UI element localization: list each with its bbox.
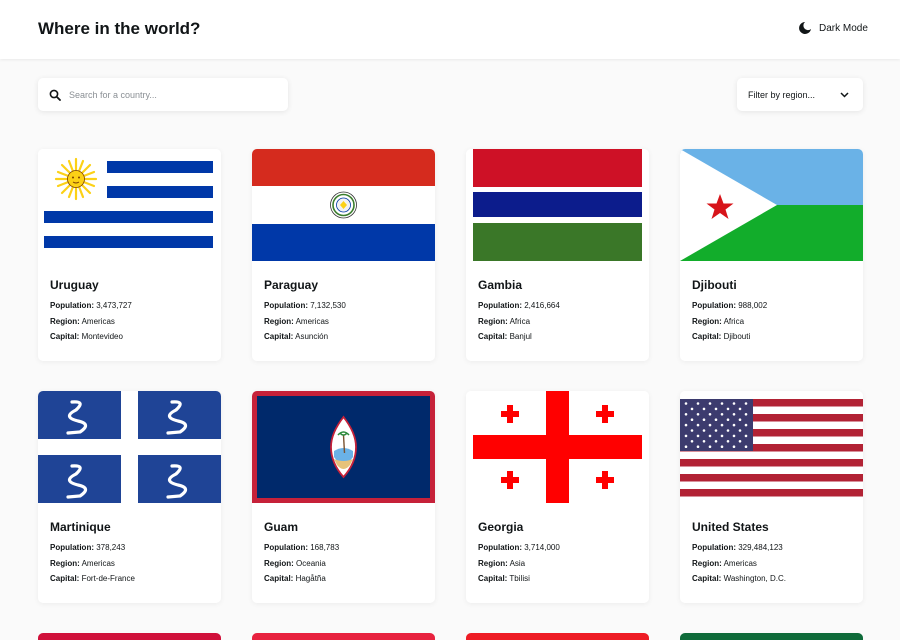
country-name: Georgia (478, 520, 524, 534)
country-card-gambia[interactable]: Gambia Population: 2,416,664 Region: Afr… (466, 149, 649, 361)
population-stat: Population: 7,132,530 (264, 301, 346, 310)
country-card-partial[interactable] (38, 633, 221, 640)
region-stat: Region: Africa (692, 317, 745, 326)
top-header: Where in the world? Dark Mode (0, 0, 900, 59)
capital-stat: Capital: Fort-de-France (50, 574, 135, 583)
dark-mode-label: Dark Mode (819, 22, 868, 34)
flag-gambia (466, 149, 649, 261)
flag-georgia (466, 391, 649, 503)
country-card-djibouti[interactable]: Djibouti Population: 988,002 Region: Afr… (680, 149, 863, 361)
flag-djibouti (680, 149, 863, 261)
population-stat: Population: 3,714,000 (478, 543, 560, 552)
country-name: Gambia (478, 278, 523, 292)
country-card-uruguay[interactable]: Uruguay Population: 3,473,727 Region: Am… (38, 149, 221, 361)
app-title: Where in the world? (38, 19, 201, 38)
chevron-down-icon (840, 91, 849, 98)
capital-stat: Capital: Tbilisi (478, 574, 530, 583)
country-card-united-states[interactable]: United States Population: 329,484,123 Re… (680, 391, 863, 603)
region-stat: Region: Americas (50, 317, 115, 326)
population-stat: Population: 988,002 (692, 301, 768, 310)
population-stat: Population: 329,484,123 (692, 543, 783, 552)
region-stat: Region: Americas (692, 559, 757, 568)
dark-mode-toggle[interactable]: Dark Mode (798, 21, 868, 35)
country-card-georgia[interactable]: Georgia Population: 3,714,000 Region: As… (466, 391, 649, 603)
country-name: Guam (264, 520, 299, 534)
country-card-partial[interactable] (680, 633, 863, 640)
search-icon (49, 89, 61, 101)
region-filter-label: Filter by region... (748, 89, 816, 100)
search-input[interactable] (69, 89, 259, 100)
flag-martinique (38, 391, 221, 503)
population-stat: Population: 168,783 (264, 543, 340, 552)
country-card-guam[interactable]: Guam Population: 168,783 Region: Oceania… (252, 391, 435, 603)
country-card-partial[interactable] (466, 633, 649, 640)
capital-stat: Capital: Asunción (264, 332, 329, 341)
population-stat: Population: 2,416,664 (478, 301, 560, 310)
population-stat: Population: 378,243 (50, 543, 126, 552)
region-stat: Region: Americas (50, 559, 115, 568)
region-stat: Region: Africa (478, 317, 531, 326)
country-name: Paraguay (264, 278, 319, 292)
country-name: United States (692, 520, 769, 534)
region-stat: Region: Americas (264, 317, 329, 326)
flag-guam (252, 391, 435, 503)
search-box[interactable] (38, 78, 288, 111)
capital-stat: Capital: Banjul (478, 332, 532, 341)
country-card-martinique[interactable]: Martinique Population: 378,243 Region: A… (38, 391, 221, 603)
country-card-paraguay[interactable]: Paraguay Population: 7,132,530 Region: A… (252, 149, 435, 361)
moon-icon (799, 22, 811, 34)
region-stat: Region: Asia (478, 559, 526, 568)
capital-stat: Capital: Hagåtña (264, 574, 326, 583)
country-name: Djibouti (692, 278, 737, 292)
country-name: Uruguay (50, 278, 99, 292)
flag-uruguay (38, 149, 221, 261)
flag-united-states (680, 391, 863, 503)
capital-stat: Capital: Washington, D.C. (692, 574, 786, 583)
capital-stat: Capital: Djibouti (692, 332, 751, 341)
country-card-partial[interactable] (252, 633, 435, 640)
region-filter-dropdown[interactable]: Filter by region... (737, 78, 863, 111)
flag-paraguay (252, 149, 435, 261)
region-stat: Region: Oceania (264, 559, 326, 568)
capital-stat: Capital: Montevideo (50, 332, 123, 341)
population-stat: Population: 3,473,727 (50, 301, 132, 310)
country-name: Martinique (50, 520, 111, 534)
